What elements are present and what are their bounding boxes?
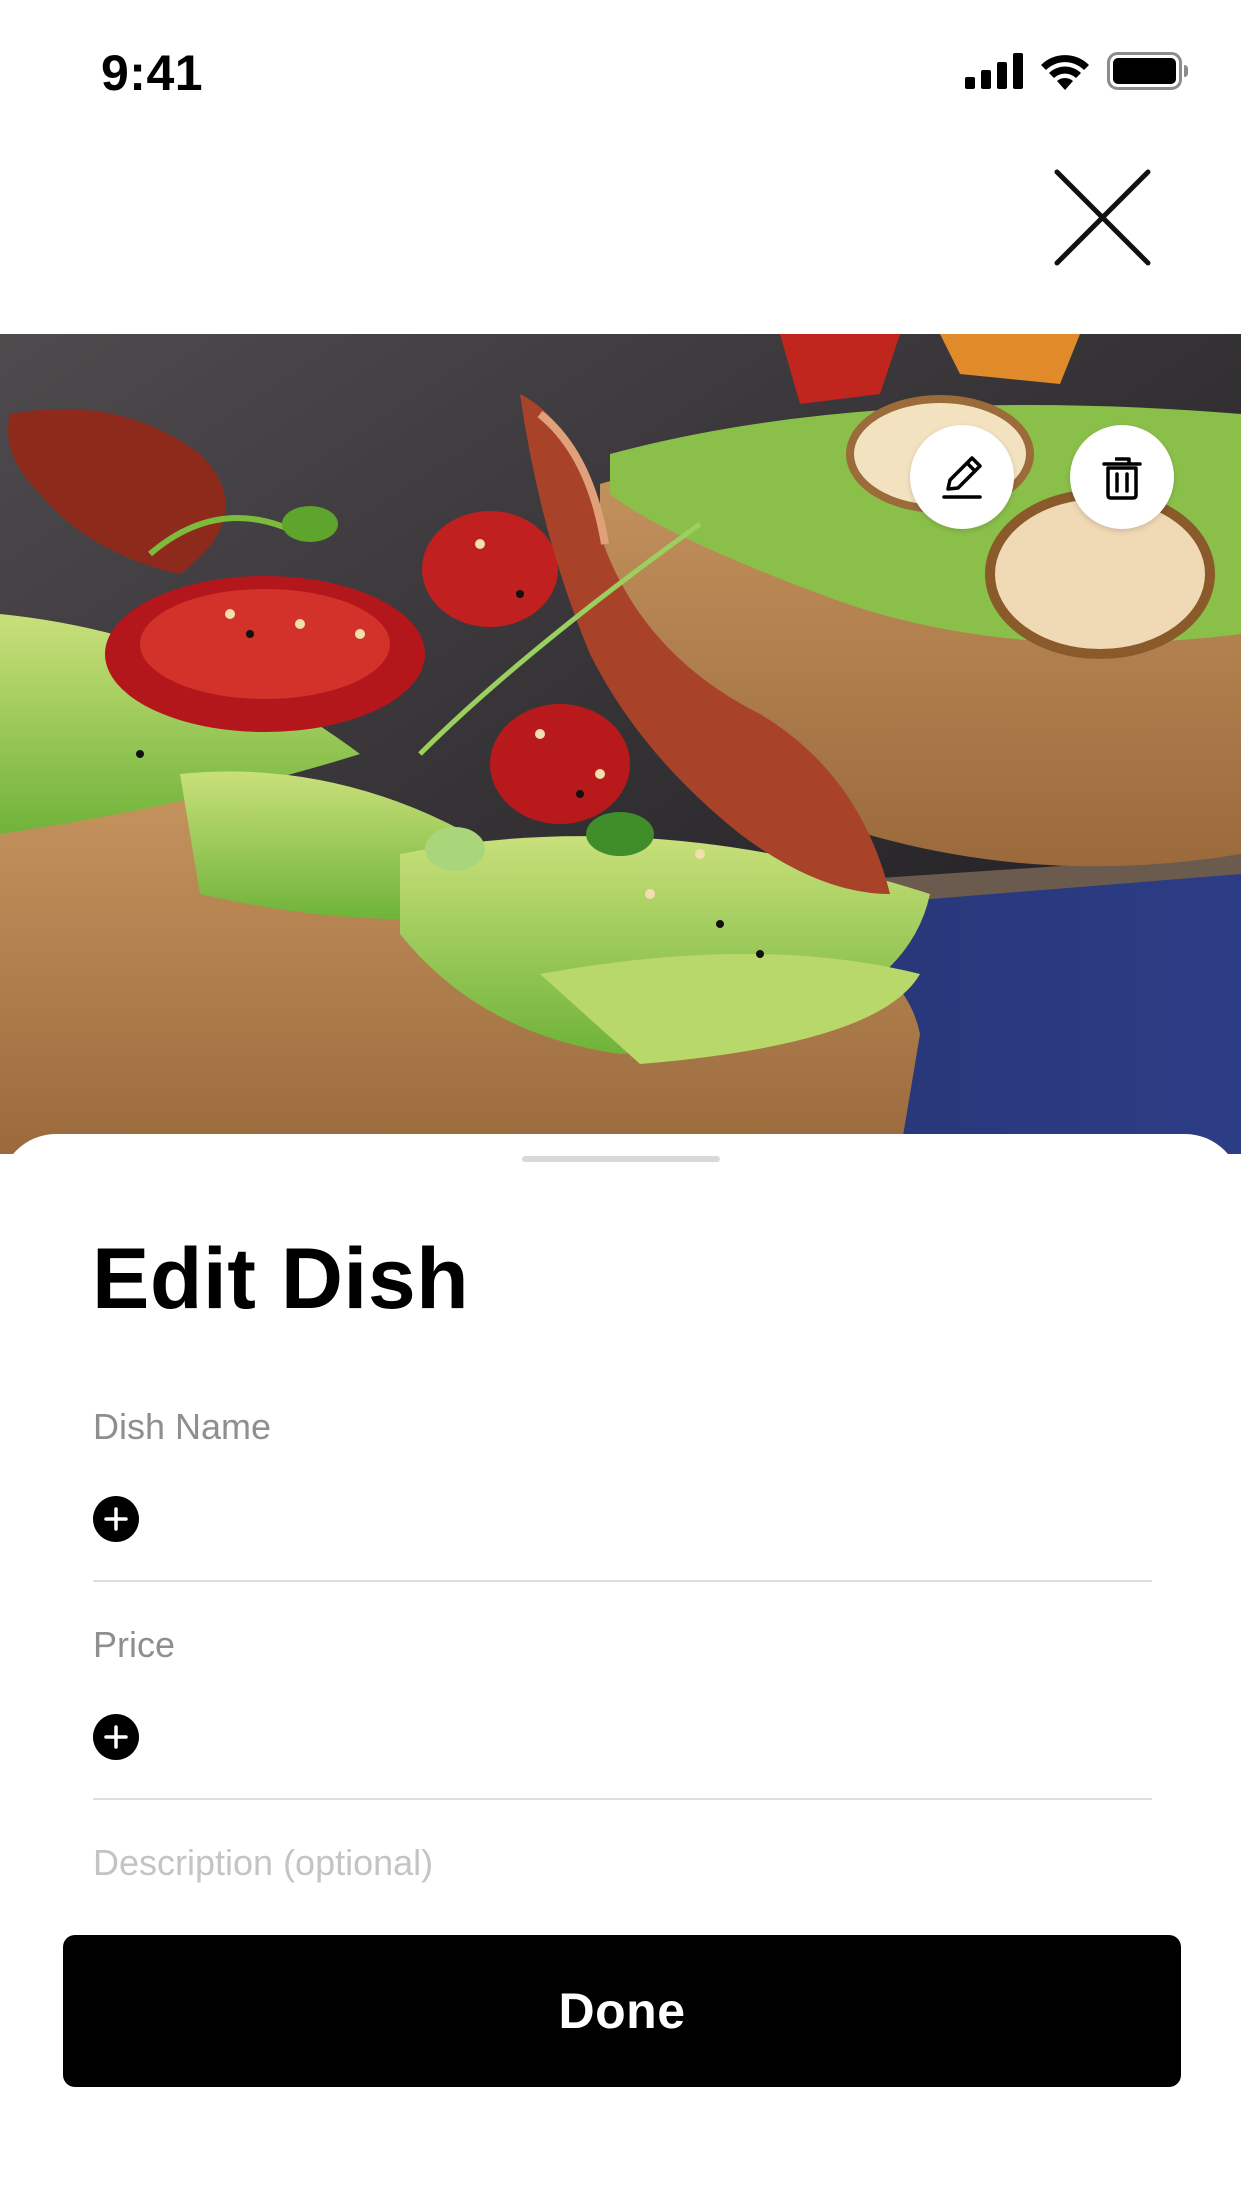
pencil-icon [942,456,982,499]
price-label: Price [93,1624,176,1665]
edit-photo-button[interactable] [910,425,1014,529]
status-icons [965,52,1189,90]
plus-icon [104,1507,128,1531]
trash-icon [1102,457,1142,500]
wifi-icon [1041,55,1089,90]
close-icon [1054,169,1151,266]
sheet-grabber[interactable] [522,1156,720,1162]
done-button[interactable]: Done [63,1935,1181,2087]
battery-icon [1107,52,1188,90]
edit-dish-screen: 9:41 Edit Dish Dish Name Price Descripti… [0,0,1241,2208]
add-dish-name-button[interactable] [93,1496,139,1542]
dish-name-divider [93,1580,1152,1582]
description-label: Description (optional) [93,1842,434,1883]
close-button[interactable] [1050,165,1155,270]
page-title: Edit Dish [92,1231,470,1327]
dish-photo [0,334,1241,1154]
price-divider [93,1798,1152,1800]
add-price-button[interactable] [93,1714,139,1760]
cellular-signal-icon [965,53,1023,89]
status-time: 9:41 [101,45,204,101]
dish-name-label: Dish Name [93,1406,272,1447]
plus-icon [104,1725,128,1749]
delete-photo-button[interactable] [1070,425,1174,529]
